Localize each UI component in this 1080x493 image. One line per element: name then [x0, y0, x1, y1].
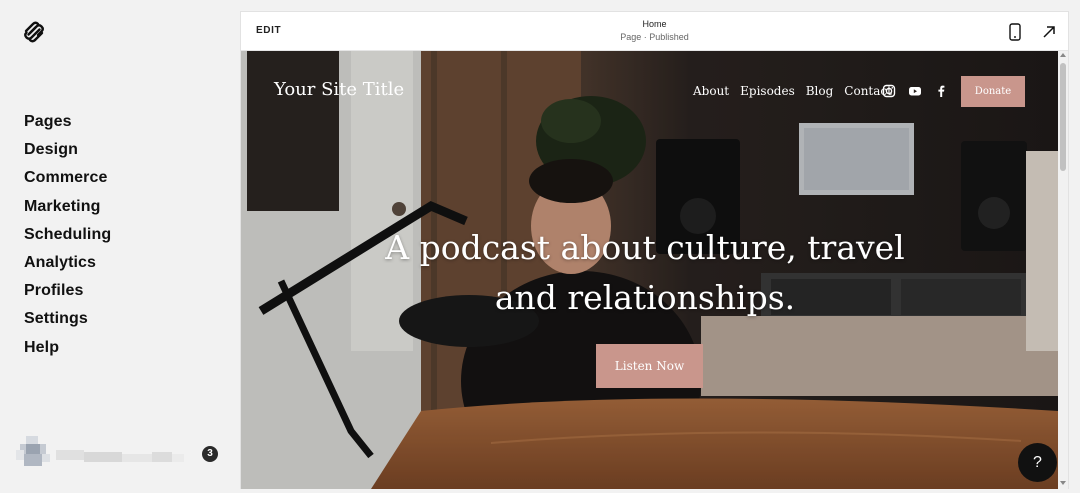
account-menu[interactable]: 3	[16, 436, 226, 472]
help-button[interactable]: ?	[1018, 443, 1057, 482]
account-name-redacted	[56, 448, 186, 464]
preview-scrollbar[interactable]	[1058, 51, 1068, 489]
scroll-thumb[interactable]	[1060, 63, 1066, 171]
youtube-icon[interactable]	[908, 84, 922, 98]
listen-now-button[interactable]: Listen Now	[596, 344, 703, 388]
hero-heading-line-1: A podcast about culture, travel	[385, 228, 905, 267]
arrow-up-right-icon[interactable]	[1041, 24, 1057, 40]
notification-badge[interactable]: 3	[202, 446, 218, 462]
scroll-up-icon[interactable]	[1060, 53, 1066, 57]
sidebar-item-commerce[interactable]: Commerce	[24, 164, 111, 192]
site-nav: About Episodes Blog Contact	[693, 84, 892, 98]
scroll-down-icon[interactable]	[1060, 481, 1066, 485]
sidebar: Pages Design Commerce Marketing Scheduli…	[0, 0, 240, 493]
sidebar-item-scheduling[interactable]: Scheduling	[24, 221, 111, 249]
facebook-icon[interactable]	[934, 84, 948, 98]
sidebar-item-profiles[interactable]: Profiles	[24, 277, 111, 305]
editor-topbar: EDIT Home Page · Published	[241, 12, 1068, 51]
sidebar-item-analytics[interactable]: Analytics	[24, 249, 111, 277]
sidebar-nav: Pages Design Commerce Marketing Scheduli…	[24, 108, 111, 362]
editor-frame: EDIT Home Page · Published Your Site Tit…	[240, 11, 1069, 489]
site-nav-blog[interactable]: Blog	[806, 84, 834, 98]
sidebar-item-pages[interactable]: Pages	[24, 108, 111, 136]
sidebar-item-marketing[interactable]: Marketing	[24, 193, 111, 221]
hero-heading-line-2: and relationships.	[494, 278, 796, 317]
site-preview[interactable]: Your Site Title About Episodes Blog Cont…	[241, 51, 1058, 489]
site-nav-about[interactable]: About	[693, 84, 729, 98]
hero-heading: A podcast about culture, travel and rela…	[361, 223, 929, 323]
sidebar-item-design[interactable]: Design	[24, 136, 111, 164]
squarespace-logo-icon[interactable]	[22, 20, 46, 44]
sidebar-item-help[interactable]: Help	[24, 334, 111, 362]
avatar[interactable]	[16, 436, 50, 470]
page-title: Home	[642, 19, 667, 29]
page-status: Page · Published	[620, 32, 689, 42]
donate-button[interactable]: Donate	[961, 76, 1025, 107]
instagram-icon[interactable]	[882, 84, 896, 98]
mobile-phone-icon[interactable]	[1008, 23, 1022, 41]
site-nav-episodes[interactable]: Episodes	[740, 84, 795, 98]
sidebar-item-settings[interactable]: Settings	[24, 305, 111, 333]
site-title[interactable]: Your Site Title	[274, 79, 404, 100]
